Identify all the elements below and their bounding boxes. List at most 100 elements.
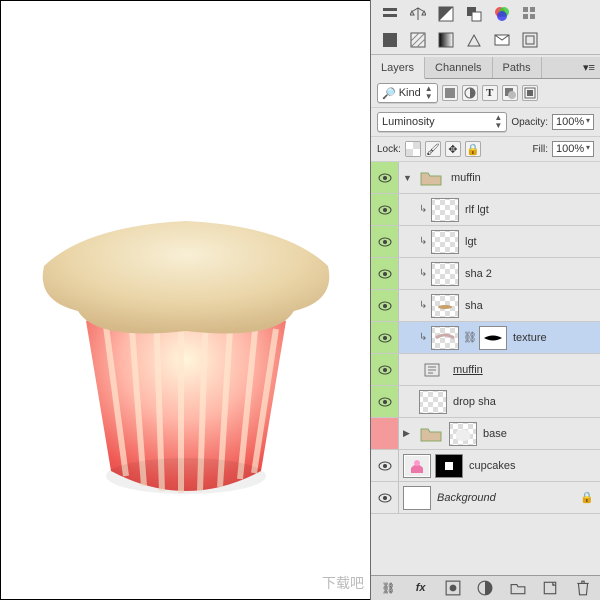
filter-row: 🔎 Kind ▲▼ T (371, 79, 600, 108)
tab-channels[interactable]: Channels (425, 57, 492, 78)
align-icon[interactable] (381, 6, 399, 22)
visibility-toggle[interactable] (371, 354, 399, 385)
hatch-icon[interactable] (409, 32, 427, 48)
layer-name: texture (511, 332, 547, 344)
visibility-toggle[interactable] (371, 290, 399, 321)
filter-adjust-icon[interactable] (462, 85, 478, 101)
layer-group-muffin[interactable]: ▼ muffin (371, 162, 600, 194)
lock-paint-icon[interactable]: 🖌 (425, 141, 441, 157)
layer-thumb[interactable] (431, 262, 459, 286)
fx-icon[interactable]: fx (413, 580, 429, 596)
layer-thumb[interactable] (431, 230, 459, 254)
vector-icon (419, 358, 447, 382)
gradient2-icon[interactable] (437, 32, 455, 48)
layer-name: sha (463, 300, 483, 312)
layer-name: muffin (449, 172, 481, 184)
filter-type-icon[interactable]: T (482, 85, 498, 101)
visibility-toggle[interactable] (371, 482, 399, 513)
cupcake-image (26, 191, 346, 511)
layer-lgt[interactable]: ↳ lgt (371, 226, 600, 258)
layer-cupcakes[interactable]: cupcakes (371, 450, 600, 482)
lock-position-icon[interactable]: ✥ (445, 141, 461, 157)
panel-menu-icon[interactable]: ▾≡ (578, 57, 600, 78)
layers-panel: Layers Channels Paths ▾≡ 🔎 Kind ▲▼ T Lum… (370, 0, 600, 600)
layer-name: rlf lgt (463, 204, 489, 216)
layer-sha[interactable]: ↳ sha (371, 290, 600, 322)
visibility-toggle[interactable] (371, 226, 399, 257)
layer-thumb[interactable] (403, 454, 431, 478)
lock-transparent-icon[interactable] (405, 141, 421, 157)
blend-mode-select[interactable]: Luminosity ▲▼ (377, 112, 507, 132)
twisty-icon[interactable]: ▶ (403, 428, 413, 439)
visibility-toggle[interactable] (371, 258, 399, 289)
visibility-toggle[interactable] (371, 194, 399, 225)
visibility-toggle[interactable] (371, 322, 399, 353)
layer-name: sha 2 (463, 268, 492, 280)
frame-icon[interactable] (521, 32, 539, 48)
layers-footer: ⛓ fx (371, 575, 600, 600)
contrast-icon[interactable] (437, 6, 455, 22)
tab-layers[interactable]: Layers (371, 57, 425, 79)
layer-texture[interactable]: ↳ ⛓ texture (371, 322, 600, 354)
envelope-icon[interactable] (493, 32, 511, 48)
layer-thumb[interactable] (403, 486, 431, 510)
filter-smart-icon[interactable] (522, 85, 538, 101)
layers-list: ▼ muffin ↳ rlf lgt ↳ lgt ↳ sha 2 (371, 162, 600, 575)
layer-thumb[interactable] (419, 390, 447, 414)
new-layer-icon[interactable] (542, 580, 558, 596)
layer-name: Background (435, 492, 496, 504)
lock-all-icon[interactable]: 🔒 (465, 141, 481, 157)
layer-thumb[interactable] (431, 294, 459, 318)
layer-drop-sha[interactable]: drop sha (371, 386, 600, 418)
layer-thumb[interactable] (431, 326, 459, 350)
opacity-label: Opacity: (511, 117, 548, 128)
new-group-icon[interactable] (510, 580, 526, 596)
layer-group-base[interactable]: ▶ base (371, 418, 600, 450)
fill-label: Fill: (532, 144, 548, 155)
layer-sha2[interactable]: ↳ sha 2 (371, 258, 600, 290)
link-icon[interactable]: ⛓ (463, 331, 475, 344)
link-layers-icon[interactable]: ⛓ (380, 580, 396, 596)
channels-rgb-icon[interactable] (493, 6, 511, 22)
layer-name: muffin (451, 364, 483, 376)
overlap-icon[interactable] (465, 6, 483, 22)
adjustment-layer-icon[interactable] (477, 580, 493, 596)
layer-thumb[interactable] (431, 198, 459, 222)
scales-icon[interactable] (409, 6, 427, 22)
layer-name: cupcakes (467, 460, 515, 472)
layer-rlf-lgt[interactable]: ↳ rlf lgt (371, 194, 600, 226)
layer-thumb[interactable] (449, 422, 477, 446)
fill-input[interactable]: 100%▾ (552, 141, 594, 157)
levels-icon[interactable] (465, 32, 483, 48)
filter-pixel-icon[interactable] (442, 85, 458, 101)
clip-icon: ↳ (419, 268, 427, 279)
twisty-icon[interactable]: ▼ (403, 173, 413, 183)
layer-background[interactable]: Background 🔒 (371, 482, 600, 514)
top-icon-row-2 (371, 26, 600, 52)
clip-icon: ↳ (419, 332, 427, 343)
layer-name: drop sha (451, 396, 496, 408)
layer-mask-thumb[interactable] (435, 454, 463, 478)
clip-icon: ↳ (419, 236, 427, 247)
grid-icon[interactable] (521, 6, 539, 22)
tab-paths[interactable]: Paths (493, 57, 542, 78)
layer-mask-thumb[interactable] (479, 326, 507, 350)
layer-name: base (481, 428, 507, 440)
visibility-toggle[interactable] (371, 162, 399, 193)
lock-row: Lock: 🖌 ✥ 🔒 Fill: 100%▾ (371, 137, 600, 162)
visibility-toggle[interactable] (371, 386, 399, 417)
add-mask-icon[interactable] (445, 580, 461, 596)
delete-layer-icon[interactable] (575, 580, 591, 596)
layer-muffin-link[interactable]: muffin (371, 354, 600, 386)
lock-icon: 🔒 (580, 491, 594, 504)
visibility-toggle[interactable] (371, 418, 399, 449)
lock-label: Lock: (377, 144, 401, 155)
filter-shape-icon[interactable] (502, 85, 518, 101)
opacity-input[interactable]: 100%▾ (552, 114, 594, 130)
panel-tabs: Layers Channels Paths ▾≡ (371, 57, 600, 79)
gradient1-icon[interactable] (381, 32, 399, 48)
canvas-area: 下载吧 (0, 0, 370, 600)
filter-kind-select[interactable]: 🔎 Kind ▲▼ (377, 83, 438, 103)
top-icon-row-1 (371, 0, 600, 26)
visibility-toggle[interactable] (371, 450, 399, 481)
